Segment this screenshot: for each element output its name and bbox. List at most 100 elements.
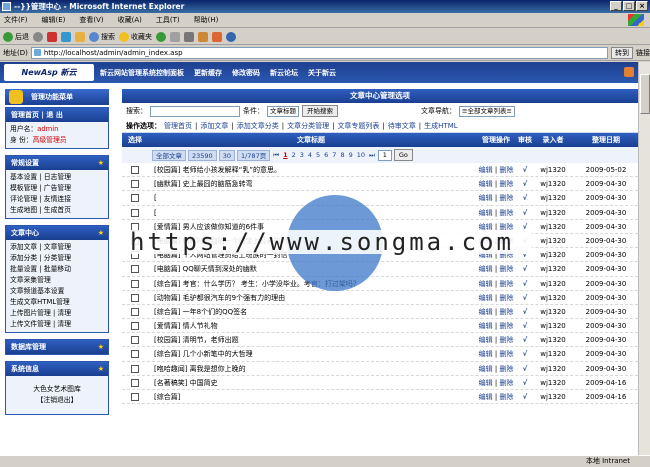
article-title[interactable]: [电脑篇] 闲聊时看到的一个阔宝上经典的对话 bbox=[148, 234, 474, 247]
delete-link[interactable]: 删除 bbox=[499, 209, 513, 217]
first-page-icon[interactable]: ⏮ bbox=[272, 151, 280, 160]
sidebar-item[interactable]: 上传图片管理 | 清理 bbox=[10, 308, 104, 319]
delete-link[interactable]: 删除 bbox=[499, 166, 513, 174]
row-checkbox[interactable] bbox=[131, 336, 139, 345]
pager-all[interactable]: 全部文章 bbox=[152, 149, 186, 161]
refresh-icon[interactable] bbox=[61, 31, 71, 42]
condition-select[interactable]: 文章标题 bbox=[267, 105, 299, 117]
article-nav-select[interactable]: ≡全部文章列表≡ bbox=[459, 105, 515, 117]
row-checkbox[interactable] bbox=[131, 378, 139, 387]
op-add-article[interactable]: 添加文章 bbox=[200, 121, 228, 131]
sidebar-item[interactable]: 生成地图 | 生成首页 bbox=[10, 205, 104, 216]
favorites-button[interactable]: 收藏夹 bbox=[119, 31, 152, 42]
edit-link[interactable]: 编辑 bbox=[479, 180, 493, 188]
delete-link[interactable]: 删除 bbox=[499, 308, 513, 316]
delete-link[interactable]: 删除 bbox=[499, 336, 513, 344]
edit-link[interactable]: 编辑 bbox=[479, 393, 493, 401]
forward-arrow-icon[interactable] bbox=[33, 31, 43, 42]
edit-link[interactable]: 编辑 bbox=[479, 209, 493, 217]
go-page-button[interactable]: Go bbox=[393, 149, 413, 161]
delete-link[interactable]: 删除 bbox=[499, 280, 513, 288]
article-title[interactable]: [爱情篇] 情人节礼物 bbox=[148, 319, 474, 332]
print-icon[interactable] bbox=[184, 31, 194, 42]
article-title[interactable]: [电脑篇] 个人网站管理员给上班族的一封信 bbox=[148, 248, 474, 261]
delete-link[interactable]: 删除 bbox=[499, 237, 513, 245]
nav-change-password[interactable]: 修改密码 bbox=[232, 68, 260, 78]
delete-link[interactable]: 删除 bbox=[499, 223, 513, 231]
discuss-icon[interactable] bbox=[212, 31, 222, 42]
row-checkbox[interactable] bbox=[131, 293, 139, 302]
last-page-icon[interactable]: ⏭ bbox=[368, 151, 376, 160]
edit-link[interactable]: 编辑 bbox=[479, 350, 493, 358]
maximize-button[interactable]: □ bbox=[623, 1, 635, 11]
article-title[interactable]: [综合篇] 考官：什么学历？ 考生：小学没毕业。考官：打过架吗？ bbox=[148, 277, 474, 290]
menu-help[interactable]: 帮助(H) bbox=[194, 15, 219, 25]
sidebar-item[interactable]: 添加分类 | 分类管理 bbox=[10, 253, 104, 264]
sidebar-home-title[interactable]: 管理首页 | 退 出 bbox=[6, 108, 108, 122]
menu-edit[interactable]: 编辑(E) bbox=[42, 15, 66, 25]
menu-favorites[interactable]: 收藏(A) bbox=[118, 15, 142, 25]
menu-file[interactable]: 文件(F) bbox=[4, 15, 28, 25]
article-title[interactable]: [ bbox=[148, 206, 474, 219]
page-6[interactable]: 6 bbox=[323, 151, 329, 159]
row-checkbox[interactable] bbox=[131, 393, 139, 401]
row-checkbox[interactable] bbox=[131, 194, 139, 203]
sidebar-sysinfo-title[interactable]: 系统信息 ★ bbox=[6, 362, 108, 376]
media-icon[interactable] bbox=[156, 31, 166, 42]
row-checkbox[interactable] bbox=[131, 350, 139, 359]
logout-link[interactable]: 【注销退出】 bbox=[10, 395, 104, 406]
article-title[interactable]: [校园篇] 清明节，老师出题 bbox=[148, 333, 474, 346]
op-topics[interactable]: 文章专题列表 bbox=[337, 121, 379, 131]
op-home[interactable]: 管理首页 bbox=[164, 121, 192, 131]
row-checkbox[interactable] bbox=[131, 322, 139, 331]
article-title[interactable]: [电脑篇] QQ聊天情到深处的幽默 bbox=[148, 262, 474, 275]
page-4[interactable]: 4 bbox=[307, 151, 313, 159]
nav-about[interactable]: 关于新云 bbox=[308, 68, 336, 78]
sidebar-article-title[interactable]: 文章中心 ★ bbox=[6, 226, 108, 240]
sidebar-item[interactable]: 批量设置 | 批量移动 bbox=[10, 264, 104, 275]
address-input[interactable]: http://localhost/admin/admin_index.asp bbox=[30, 46, 608, 59]
scroll-thumb[interactable] bbox=[640, 74, 650, 114]
nav-update-cache[interactable]: 更新缓存 bbox=[194, 68, 222, 78]
page-10[interactable]: 10 bbox=[356, 151, 366, 159]
nav-control-panel[interactable]: 新云网站管理系统控制面板 bbox=[100, 68, 184, 78]
row-checkbox[interactable] bbox=[131, 208, 139, 217]
article-title[interactable]: [校园篇] 老师给小孩发解释“乳”的意思。 bbox=[148, 163, 474, 176]
edit-link[interactable]: 编辑 bbox=[479, 322, 493, 330]
menu-view[interactable]: 查看(V) bbox=[79, 15, 103, 25]
article-title[interactable]: [综合篇] bbox=[148, 390, 474, 403]
page-3[interactable]: 3 bbox=[299, 151, 305, 159]
sidebar-item[interactable]: 添加文章 | 文章管理 bbox=[10, 242, 104, 253]
op-manage-category[interactable]: 文章分类管理 bbox=[287, 121, 329, 131]
links-label[interactable]: 链接 bbox=[636, 48, 650, 58]
article-title[interactable]: [幽默篇] 史上最囧的脑筋急转弯 bbox=[148, 177, 474, 190]
page-7[interactable]: 7 bbox=[331, 151, 337, 159]
go-button[interactable]: 转到 bbox=[611, 46, 633, 59]
sidebar-item[interactable]: 上传文件管理 | 清理 bbox=[10, 319, 104, 330]
sidebar-item[interactable]: 基本设置 | 日志管理 bbox=[10, 172, 104, 183]
edit-link[interactable]: 编辑 bbox=[479, 166, 493, 174]
row-checkbox[interactable] bbox=[131, 265, 139, 274]
page-2[interactable]: 2 bbox=[291, 151, 297, 159]
edit-link[interactable]: 编辑 bbox=[479, 251, 493, 259]
page-1[interactable]: 1 bbox=[282, 151, 289, 159]
nav-forum[interactable]: 新云论坛 bbox=[270, 68, 298, 78]
page-9[interactable]: 9 bbox=[348, 151, 354, 159]
sidebar-item[interactable]: 生成文章HTML管理 bbox=[10, 297, 104, 308]
op-add-category[interactable]: 添加文章分类 bbox=[237, 121, 279, 131]
close-button[interactable]: × bbox=[636, 1, 648, 11]
stop-icon[interactable] bbox=[47, 31, 57, 42]
vertical-scrollbar[interactable] bbox=[638, 62, 650, 455]
edit-icon[interactable] bbox=[198, 31, 208, 42]
article-title[interactable]: [动物篇] 毛驴都很汽车的9个强有力的理由 bbox=[148, 291, 474, 304]
minimize-button[interactable]: _ bbox=[610, 1, 622, 11]
row-checkbox[interactable] bbox=[131, 222, 139, 231]
edit-link[interactable]: 编辑 bbox=[479, 194, 493, 202]
edit-link[interactable]: 编辑 bbox=[479, 280, 493, 288]
sidebar-database-title[interactable]: 数据库管理 ★ bbox=[6, 340, 108, 354]
delete-link[interactable]: 删除 bbox=[499, 393, 513, 401]
row-checkbox[interactable] bbox=[131, 279, 139, 288]
edit-link[interactable]: 编辑 bbox=[479, 265, 493, 273]
goto-page-input[interactable]: 1 bbox=[377, 149, 392, 161]
delete-link[interactable]: 删除 bbox=[499, 379, 513, 387]
